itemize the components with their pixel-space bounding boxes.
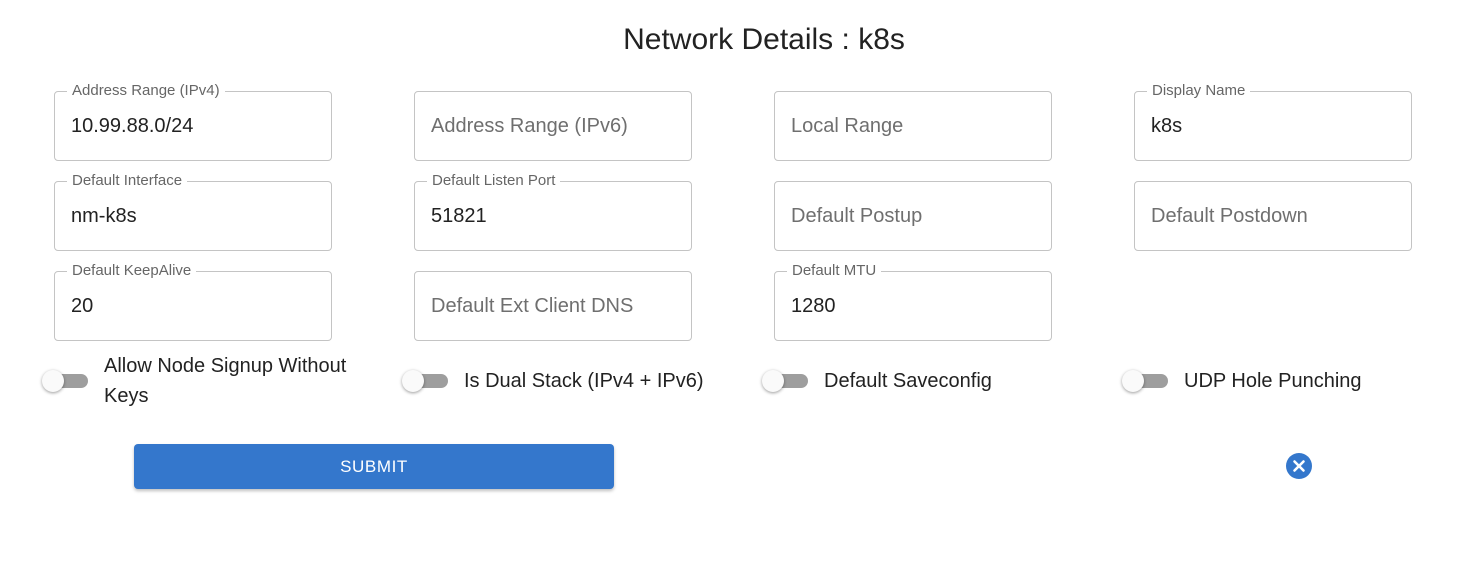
default-saveconfig-toggle[interactable] [762, 366, 812, 396]
default-listen-port-input[interactable] [431, 204, 675, 228]
default-postup-field [774, 181, 1052, 251]
allow-node-signup-switch-row: Allow Node Signup Without Keys [42, 350, 362, 412]
default-keepalive-input[interactable] [71, 294, 315, 318]
dual-stack-toggle[interactable] [402, 366, 452, 396]
field-label: Default Interface [67, 172, 188, 190]
switch-thumb [1122, 370, 1144, 392]
address-range-ipv6-input[interactable] [431, 114, 675, 138]
default-ext-client-dns-field [414, 271, 692, 341]
default-mtu-field: Default MTU [774, 262, 1052, 341]
field-label: Default MTU [787, 262, 882, 280]
close-circle-icon [1293, 460, 1305, 472]
display-name-input[interactable] [1151, 114, 1395, 138]
default-ext-client-dns-input[interactable] [431, 294, 675, 318]
submit-button[interactable]: SUBMIT [134, 444, 614, 489]
address-range-ipv6-field [414, 91, 692, 161]
address-range-ipv4-input[interactable] [71, 114, 315, 138]
default-saveconfig-switch-row: Default Saveconfig [762, 350, 1082, 412]
udp-hole-punching-label: UDP Hole Punching [1184, 370, 1362, 392]
field-label: Address Range (IPv4) [67, 82, 225, 100]
local-range-input[interactable] [791, 114, 1035, 138]
field-label: Default Listen Port [427, 172, 561, 190]
default-postdown-input[interactable] [1151, 204, 1395, 228]
allow-node-signup-toggle[interactable] [42, 366, 92, 396]
switch-thumb [762, 370, 784, 392]
switch-thumb [42, 370, 64, 392]
default-listen-port-field: Default Listen Port [414, 172, 692, 251]
default-saveconfig-label: Default Saveconfig [824, 370, 992, 392]
default-postup-input[interactable] [791, 204, 1035, 228]
default-keepalive-field: Default KeepAlive [54, 262, 332, 341]
udp-hole-punching-toggle[interactable] [1122, 366, 1172, 396]
default-interface-input[interactable] [71, 204, 315, 228]
field-label: Default KeepAlive [67, 262, 197, 280]
address-range-ipv4-field: Address Range (IPv4) [54, 82, 332, 161]
display-name-field: Display Name [1134, 82, 1412, 161]
allow-node-signup-label: Allow Node Signup Without Keys [104, 355, 347, 407]
dual-stack-label: Is Dual Stack (IPv4 + IPv6) [464, 370, 704, 392]
page-title: Network Details : k8s [623, 23, 905, 56]
default-mtu-input[interactable] [791, 294, 1035, 318]
udp-hole-punching-switch-row: UDP Hole Punching [1122, 350, 1442, 412]
cancel-button[interactable] [1286, 453, 1312, 479]
default-interface-field: Default Interface [54, 172, 332, 251]
default-postdown-field [1134, 181, 1412, 251]
local-range-field [774, 91, 1052, 161]
dual-stack-switch-row: Is Dual Stack (IPv4 + IPv6) [402, 350, 742, 412]
field-label: Display Name [1147, 82, 1251, 100]
switch-thumb [402, 370, 424, 392]
